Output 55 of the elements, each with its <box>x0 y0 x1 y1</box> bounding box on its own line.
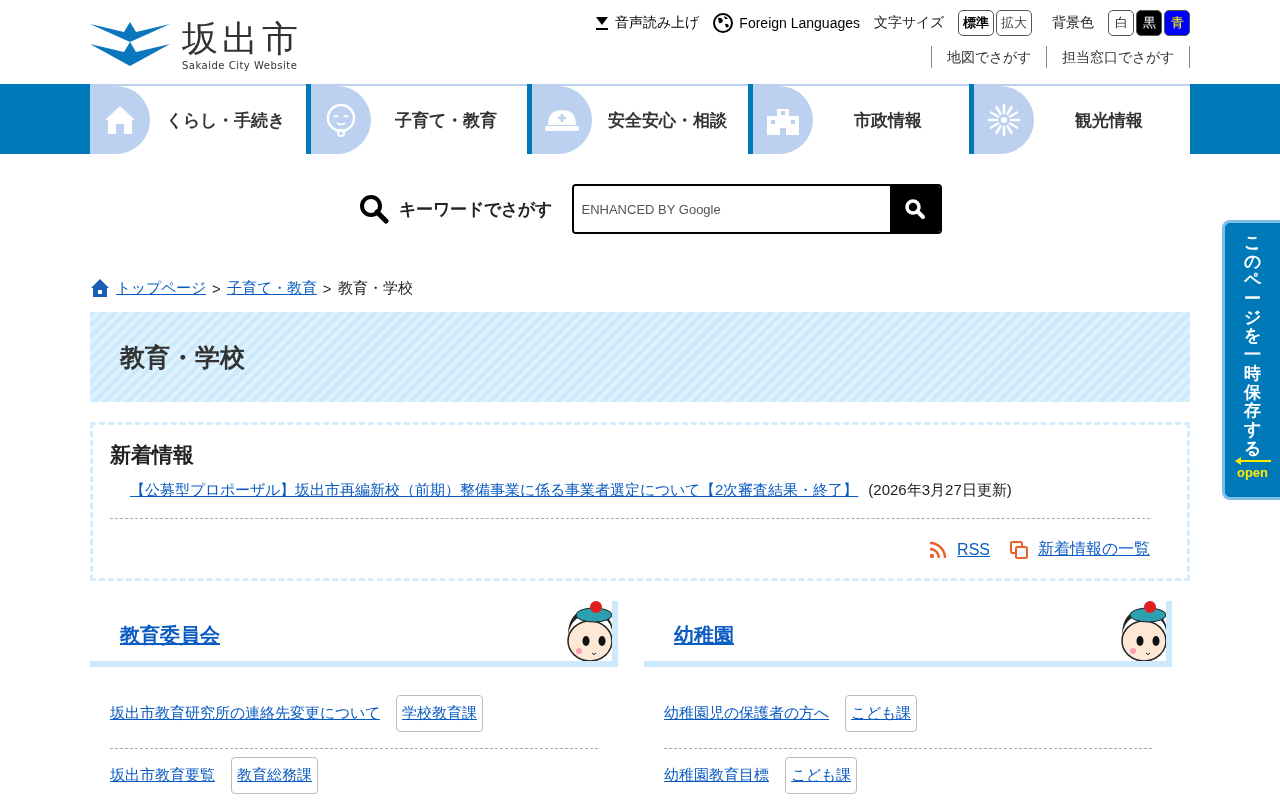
breadcrumb-current: 教育・学校 <box>337 278 413 298</box>
breadcrumb-link[interactable]: 子育て・教育 <box>226 278 317 298</box>
search-field[interactable]: ENHANCED BY Google <box>571 184 942 234</box>
rss-icon <box>929 540 948 559</box>
department-tag[interactable]: 教育総務課 <box>231 757 318 794</box>
background-color-button[interactable]: 黒 <box>1136 10 1162 36</box>
breadcrumb-link[interactable]: トップページ <box>116 278 206 298</box>
breadcrumb-separator: > <box>212 279 221 297</box>
firework-icon <box>987 103 1021 137</box>
department-tag[interactable]: 学校教育課 <box>396 695 483 732</box>
search-by-link[interactable]: 担当窓口でさがす <box>1046 46 1189 68</box>
helmet-icon <box>544 107 580 133</box>
news-link[interactable]: 【公募型プロポーザル】坂出市再編新校（前期）整備事業に係る事業者選定について【2次審査結果・終了】 <box>130 481 859 500</box>
copy-icon <box>1010 540 1028 559</box>
search-by-link[interactable]: 地図でさがす <box>931 46 1046 68</box>
left-arrow-icon <box>1234 457 1271 466</box>
global-nav-item[interactable]: 観光情報 <box>974 84 1190 154</box>
font-size-label: 文字サイズ <box>874 14 944 32</box>
global-nav-item[interactable]: 市政情報 <box>753 84 969 154</box>
background-color-button[interactable]: 青 <box>1164 10 1190 36</box>
read-aloud-link[interactable]: 音声読み上げ <box>595 14 700 32</box>
section-heading-link[interactable]: 教育委員会 <box>120 622 220 649</box>
news-date: (2026年3月27日更新) <box>868 481 1012 500</box>
department-tag[interactable]: こども課 <box>845 695 917 732</box>
city-logo-icon <box>90 20 170 68</box>
global-nav-item[interactable]: 安全安心・相談 <box>532 84 748 154</box>
background-color-label: 背景色 <box>1052 14 1094 32</box>
section-item-link[interactable]: 坂出市教育研究所の連絡先変更について <box>110 704 380 723</box>
keyword-search-label: キーワードでさがす <box>398 197 552 221</box>
global-nav-item[interactable]: くらし・手続き <box>90 84 306 154</box>
font-size-button[interactable]: 拡大 <box>996 10 1032 36</box>
search-button[interactable] <box>889 186 940 232</box>
department-tag[interactable]: こども課 <box>785 757 857 794</box>
search-icon <box>358 194 389 224</box>
download-arrow-icon <box>595 16 610 30</box>
global-nav-item[interactable]: 子育て・教育 <box>311 84 527 154</box>
rss-link[interactable]: RSS <box>957 540 990 559</box>
font-size-button[interactable]: 標準 <box>958 10 994 36</box>
news-heading: 新着情報 <box>110 442 195 469</box>
page-title: 教育・学校 <box>120 341 245 374</box>
save-page-tab[interactable]: このページを一時保存する open <box>1222 220 1280 500</box>
site-logo-title[interactable]: 坂出市 <box>182 17 302 60</box>
site-logo-subtitle: Sakaide City Website <box>182 59 299 71</box>
background-color-button[interactable]: 白 <box>1108 10 1134 36</box>
section-item-link[interactable]: 幼稚園児の保護者の方へ <box>664 704 829 723</box>
section-heading-link[interactable]: 幼稚園 <box>674 622 734 649</box>
foreign-languages-link[interactable]: Foreign Languages <box>713 13 860 33</box>
section-item-link[interactable]: 坂出市教育要覧 <box>110 766 215 785</box>
home-icon <box>90 278 110 298</box>
section-item-link[interactable]: 幼稚園教育目標 <box>664 766 769 785</box>
breadcrumb-separator: > <box>322 279 332 297</box>
house-icon <box>104 105 136 135</box>
news-list-link[interactable]: 新着情報の一覧 <box>1038 539 1150 560</box>
globe-icon <box>713 13 734 33</box>
search-icon <box>903 198 926 220</box>
